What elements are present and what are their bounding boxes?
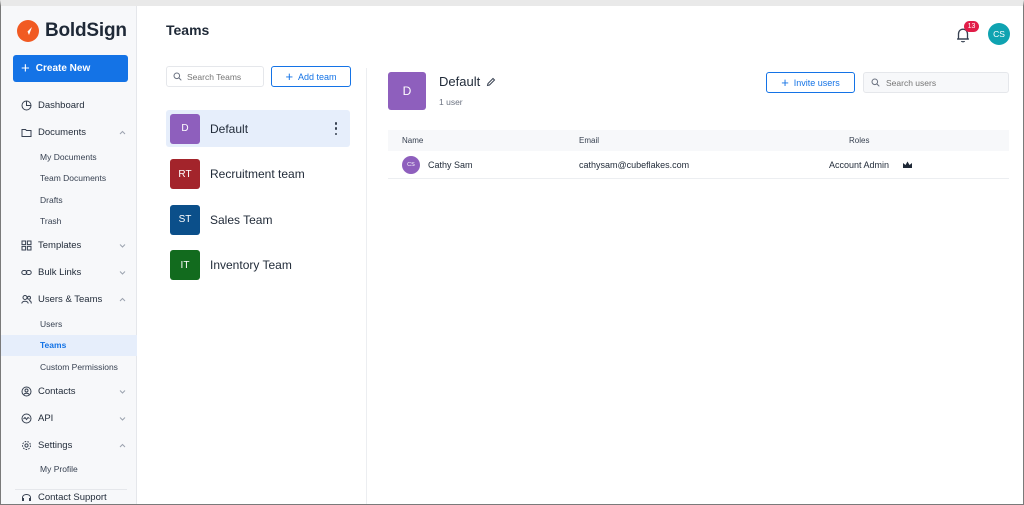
team-search-box bbox=[166, 66, 264, 87]
grid-icon bbox=[21, 240, 32, 251]
chevron-down-icon bbox=[119, 416, 126, 421]
page-title: Teams bbox=[166, 22, 210, 38]
chevron-down-icon bbox=[119, 244, 126, 248]
avatar: CS bbox=[402, 156, 420, 174]
logo-text: BoldSign bbox=[45, 20, 127, 41]
sidebar-item-label: Users & Teams bbox=[38, 294, 103, 305]
user-avatar[interactable]: CS bbox=[988, 23, 1010, 45]
column-header-email: Email bbox=[579, 136, 600, 145]
team-search-input[interactable] bbox=[187, 71, 257, 82]
team-name: Inventory Team bbox=[210, 258, 292, 272]
chevron-up-icon bbox=[119, 443, 126, 447]
link-icon bbox=[21, 267, 32, 278]
team-name: Recruitment team bbox=[210, 167, 305, 181]
team-list: D Default RT Recruitment team ST Sales T… bbox=[166, 110, 350, 292]
app-window: BoldSign + Create New Dashboard Document… bbox=[0, 0, 1024, 505]
member-role: Account Admin bbox=[829, 160, 890, 170]
user-search-box bbox=[863, 72, 1009, 93]
chevron-down-icon bbox=[119, 389, 126, 394]
create-new-label: Create New bbox=[35, 63, 91, 74]
folder-icon bbox=[21, 127, 32, 138]
invite-users-button[interactable]: + Invite users bbox=[766, 72, 855, 93]
sidebar-item-label: API bbox=[38, 412, 54, 424]
sidebar-subitem-teams[interactable]: Teams bbox=[1, 334, 137, 356]
sidebar-item-api[interactable]: API bbox=[1, 405, 137, 432]
sidebar-item-label: Settings bbox=[38, 439, 73, 451]
team-detail-title: Default bbox=[439, 74, 496, 89]
sidebar-nav: Dashboard Documents My Documents Team Do… bbox=[1, 92, 137, 504]
team-row-default[interactable]: D Default bbox=[166, 110, 350, 147]
panel-divider bbox=[366, 68, 367, 504]
chevron-down-icon bbox=[119, 271, 126, 275]
member-email: cathysam@cubeflakes.com bbox=[579, 160, 690, 170]
add-team-label: Add team bbox=[298, 71, 337, 82]
team-user-count: 1 user bbox=[439, 97, 463, 107]
sidebar: BoldSign + Create New Dashboard Document… bbox=[1, 6, 137, 504]
sidebar-item-label: Bulk Links bbox=[38, 267, 82, 278]
column-header-roles: Roles bbox=[849, 136, 870, 145]
column-header-name: Name bbox=[402, 136, 424, 145]
sidebar-item-bulk-links[interactable]: Bulk Links bbox=[1, 259, 137, 286]
plus-icon: + bbox=[781, 75, 789, 90]
sidebar-item-label: Documents bbox=[38, 127, 87, 138]
team-avatar: D bbox=[170, 113, 200, 144]
create-new-button[interactable]: + Create New bbox=[13, 55, 128, 82]
gear-icon bbox=[21, 440, 32, 451]
plus-icon: + bbox=[21, 60, 30, 77]
sidebar-item-dashboard[interactable]: Dashboard bbox=[1, 92, 137, 119]
search-icon bbox=[173, 72, 182, 81]
sidebar-item-users-teams[interactable]: Users & Teams bbox=[1, 286, 137, 313]
sidebar-item-label: Contact Support bbox=[38, 492, 107, 503]
sidebar-item-documents[interactable]: Documents bbox=[1, 119, 137, 146]
team-name: Sales Team bbox=[210, 212, 273, 227]
sidebar-item-contacts[interactable]: Contacts bbox=[1, 378, 137, 405]
team-row-inventory[interactable]: IT Inventory Team bbox=[166, 247, 350, 284]
sidebar-subitem-my-profile[interactable]: My Profile bbox=[1, 459, 137, 481]
team-row-sales[interactable]: ST Sales Team bbox=[166, 201, 350, 238]
more-options-icon[interactable] bbox=[334, 122, 338, 135]
chevron-up-icon bbox=[119, 130, 126, 135]
team-row-recruitment[interactable]: RT Recruitment team bbox=[166, 156, 350, 193]
contact-icon bbox=[21, 386, 32, 397]
team-name: Default bbox=[210, 121, 249, 136]
api-icon bbox=[21, 413, 32, 424]
sidebar-subitem-trash[interactable]: Trash bbox=[1, 211, 137, 233]
sidebar-item-label: Templates bbox=[38, 240, 82, 251]
team-avatar: IT bbox=[170, 250, 200, 280]
plus-icon: + bbox=[285, 69, 294, 84]
search-icon bbox=[871, 78, 880, 87]
user-search-input[interactable] bbox=[886, 77, 996, 88]
sidebar-subitem-team-documents[interactable]: Team Documents bbox=[1, 168, 137, 190]
window-top-marker bbox=[807, 0, 818, 5]
team-detail-name: Default bbox=[439, 74, 481, 89]
invite-users-label: Invite users bbox=[793, 77, 840, 88]
logo[interactable]: BoldSign bbox=[17, 20, 127, 42]
chevron-up-icon bbox=[119, 297, 126, 302]
sidebar-subitem-custom-permissions[interactable]: Custom Permissions bbox=[1, 356, 137, 378]
team-avatar: RT bbox=[170, 159, 200, 189]
sidebar-item-label: Dashboard bbox=[38, 100, 85, 111]
sidebar-item-templates[interactable]: Templates bbox=[1, 232, 137, 259]
sidebar-subitem-my-documents[interactable]: My Documents bbox=[1, 146, 137, 168]
boldsign-logo-icon bbox=[17, 20, 39, 42]
headset-icon bbox=[21, 492, 32, 503]
dashboard-icon bbox=[21, 100, 32, 111]
users-icon bbox=[21, 294, 32, 305]
crown-icon bbox=[903, 161, 912, 168]
table-row[interactable]: CS Cathy Sam cathysam@cubeflakes.com Acc… bbox=[388, 151, 1009, 179]
team-detail-avatar: D bbox=[388, 72, 426, 110]
sidebar-item-settings[interactable]: Settings bbox=[1, 432, 137, 459]
members-table-header: Name Email Roles bbox=[388, 130, 1009, 151]
team-avatar: ST bbox=[170, 204, 200, 235]
member-name: Cathy Sam bbox=[428, 160, 473, 170]
add-team-button[interactable]: + Add team bbox=[271, 66, 351, 87]
sidebar-item-contact-support[interactable]: Contact Support bbox=[1, 484, 137, 504]
sidebar-subitem-users[interactable]: Users bbox=[1, 313, 137, 335]
sidebar-item-label: Contacts bbox=[38, 385, 76, 397]
notification-badge: 13 bbox=[964, 21, 979, 32]
edit-pencil-icon[interactable] bbox=[486, 77, 496, 87]
sidebar-subitem-drafts[interactable]: Drafts bbox=[1, 189, 137, 211]
